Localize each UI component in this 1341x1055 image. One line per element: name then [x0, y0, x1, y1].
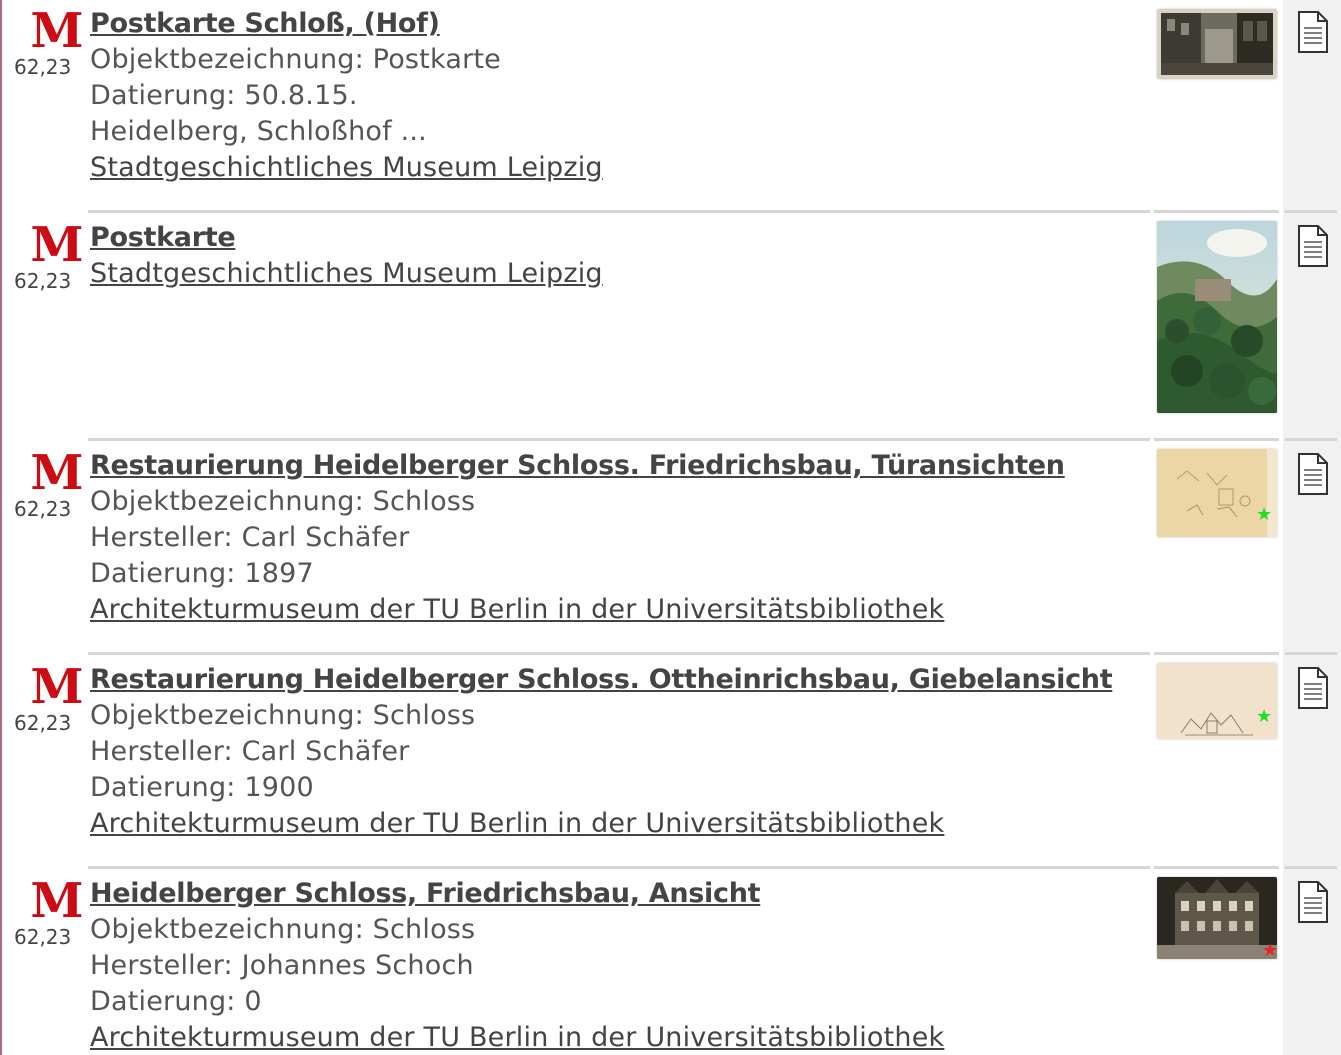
result-separator — [1285, 866, 1337, 869]
result-institution-link[interactable]: Architekturmuseum der TU Berlin in der U… — [90, 1020, 1140, 1055]
result-creator: Hersteller: Carl Schäfer — [90, 736, 410, 767]
star-icon: ★ — [1256, 706, 1273, 727]
result-separator — [1285, 652, 1337, 655]
result-institution-link[interactable]: Architekturmuseum der TU Berlin in der U… — [90, 806, 1140, 842]
result-separator — [1154, 866, 1279, 869]
result-text: Heidelberger Schloss, Friedrichsbau, Ans… — [90, 876, 1140, 1055]
source-logo-m: M — [30, 3, 83, 59]
document-icon[interactable] — [1296, 880, 1330, 924]
result-date: Datierung: 0 — [90, 986, 262, 1017]
result-separator — [1285, 210, 1337, 213]
result-separator — [1285, 438, 1337, 441]
result-separator — [1154, 438, 1279, 441]
relevance-score: 62,23 — [14, 497, 72, 521]
photo-thumbnail[interactable] — [1157, 877, 1277, 959]
results-page: M 62,23 Postkarte Schloß, (Hof) Objektbe… — [0, 0, 1341, 1055]
result-date: Datierung: 1897 — [90, 558, 314, 589]
result-object-type: Objektbezeichnung: Postkarte — [90, 44, 501, 75]
result-date: Datierung: 50.8.15. — [90, 80, 358, 111]
relevance-score: 62,23 — [14, 711, 72, 735]
result-creator: Hersteller: Johannes Schoch — [90, 950, 474, 981]
result-date: Datierung: 1900 — [90, 772, 314, 803]
result-separator — [88, 210, 1150, 213]
result-text: Postkarte Stadtgeschichtliches Museum Le… — [90, 220, 1140, 292]
result-separator — [88, 652, 1150, 655]
result-text: Restaurierung Heidelberger Schloss. Frie… — [90, 448, 1140, 628]
document-icon[interactable] — [1296, 452, 1330, 496]
postcard-photo-thumbnail[interactable] — [1157, 9, 1277, 79]
document-icon[interactable] — [1296, 10, 1330, 54]
relevance-score: 62,23 — [14, 55, 72, 79]
result-title-link[interactable]: Postkarte Schloß, (Hof) — [90, 6, 1140, 42]
drawing-thumbnail[interactable] — [1157, 663, 1277, 739]
result-description: Heidelberg, Schloßhof ... — [90, 116, 427, 147]
document-icon[interactable] — [1296, 666, 1330, 710]
result-object-type: Objektbezeichnung: Schloss — [90, 486, 476, 517]
result-separator — [88, 866, 1150, 869]
result-institution-link[interactable]: Stadtgeschichtliches Museum Leipzig — [90, 256, 1140, 292]
star-icon: ★ — [1262, 940, 1279, 961]
star-icon: ★ — [1256, 504, 1273, 525]
postcard-forest-thumbnail[interactable] — [1157, 221, 1277, 413]
result-creator: Hersteller: Carl Schäfer — [90, 522, 410, 553]
result-institution-link[interactable]: Architekturmuseum der TU Berlin in der U… — [90, 592, 1140, 628]
result-title-link[interactable]: Postkarte — [90, 220, 1140, 256]
result-separator — [88, 438, 1150, 441]
result-text: Restaurierung Heidelberger Schloss. Otth… — [90, 662, 1140, 842]
result-title-link[interactable]: Heidelberger Schloss, Friedrichsbau, Ans… — [90, 876, 1140, 912]
document-icon[interactable] — [1296, 224, 1330, 268]
relevance-score: 62,23 — [14, 269, 72, 293]
source-logo-m: M — [30, 659, 83, 715]
result-separator — [1154, 210, 1279, 213]
source-logo-m: M — [30, 873, 83, 929]
source-logo-m: M — [30, 445, 83, 501]
result-object-type: Objektbezeichnung: Schloss — [90, 700, 476, 731]
source-logo-m: M — [30, 217, 83, 273]
result-object-type: Objektbezeichnung: Schloss — [90, 914, 476, 945]
result-text: Postkarte Schloß, (Hof) Objektbezeichnun… — [90, 6, 1140, 186]
relevance-score: 62,23 — [14, 925, 72, 949]
result-title-link[interactable]: Restaurierung Heidelberger Schloss. Frie… — [90, 448, 1140, 484]
result-title-link[interactable]: Restaurierung Heidelberger Schloss. Otth… — [90, 662, 1140, 698]
result-institution-link[interactable]: Stadtgeschichtliches Museum Leipzig — [90, 150, 1140, 186]
result-separator — [1154, 652, 1279, 655]
